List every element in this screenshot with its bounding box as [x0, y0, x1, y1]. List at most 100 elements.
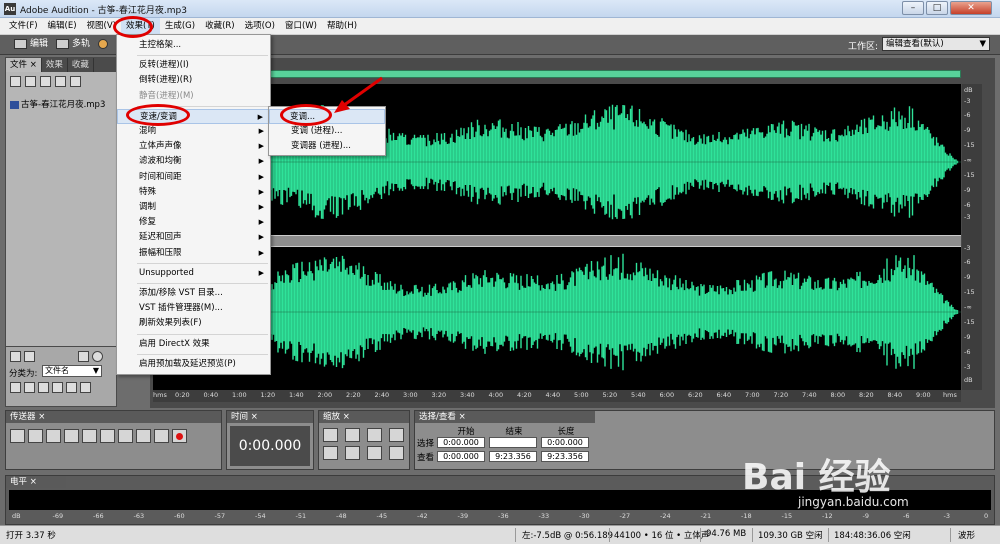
effects-menu-item[interactable]: 反转(进程)(I)	[117, 58, 270, 73]
menu-favorites[interactable]: 收藏(R)	[200, 18, 240, 35]
view-end-field[interactable]: 9:23.356	[489, 451, 537, 462]
effects-menu-item[interactable]: 振幅和压限 ▶	[117, 246, 270, 261]
baidu-site: jingyan.baidu.com	[798, 495, 909, 509]
filter-audio-icon[interactable]	[10, 382, 21, 393]
rewind-button[interactable]	[118, 429, 133, 443]
overview-bar[interactable]	[155, 70, 961, 78]
close-button[interactable]: ✕	[950, 1, 992, 15]
effects-menu-item[interactable]: VST 插件管理器(M)...	[117, 301, 270, 316]
tab-effects[interactable]: 效果	[42, 58, 68, 72]
effects-menu-item[interactable]: 时间和间距 ▶	[117, 170, 270, 185]
submenu-pitch-process[interactable]: 变调 (进程)...	[269, 124, 385, 139]
filter-video-icon[interactable]	[52, 382, 63, 393]
close-file-icon[interactable]	[25, 76, 36, 87]
tab-files[interactable]: 文件 ×	[6, 58, 42, 72]
view-length-field[interactable]: 9:23.356	[541, 451, 589, 462]
zoom-out-h-icon[interactable]	[345, 428, 360, 442]
volume-icon[interactable]	[78, 351, 89, 362]
filter-buttons	[10, 382, 91, 393]
close-icon[interactable]: ×	[30, 477, 37, 487]
menu-separator	[137, 55, 268, 57]
folder-icon[interactable]	[80, 382, 91, 393]
file-list-item[interactable]: 古筝-春江花月夜.mp3	[10, 98, 105, 110]
play-to-end-button[interactable]	[64, 429, 79, 443]
menu-item-label: VST 插件管理器(M)...	[139, 303, 223, 314]
import-file-icon[interactable]	[10, 76, 21, 87]
close-icon[interactable]: ×	[459, 412, 466, 422]
effects-menu-item[interactable]: 立体声声像 ▶	[117, 139, 270, 154]
close-icon[interactable]: ×	[30, 60, 37, 70]
status-separator	[700, 528, 701, 542]
effects-menu-item[interactable]: 滤波和均衡 ▶	[117, 154, 270, 169]
effects-menu-item[interactable]: 延迟和回声 ▶	[117, 230, 270, 245]
menu-generate[interactable]: 生成(G)	[160, 18, 200, 35]
zoom-in-h-icon[interactable]	[323, 428, 338, 442]
level-label: -69	[52, 512, 64, 520]
view-start-field[interactable]: 0:00.000	[437, 451, 485, 462]
tab-favorites[interactable]: 收藏	[68, 58, 94, 72]
submenu-pitch-bender[interactable]: 变调器 (进程)...	[269, 139, 385, 154]
speaker-icon[interactable]	[10, 351, 21, 362]
multitrack-view-button[interactable]: 多轨	[52, 37, 94, 52]
effects-menu-item[interactable]: 静音(进程)(M)	[117, 89, 270, 104]
zoom-left-icon[interactable]	[323, 446, 338, 460]
zoom-header: 缩放 ×	[319, 411, 409, 423]
insert-icon[interactable]	[40, 76, 51, 87]
effects-menu-item[interactable]: 倒转(进程)(R)	[117, 73, 270, 88]
fast-forward-button[interactable]	[136, 429, 151, 443]
sort-value: 文件名	[45, 366, 69, 375]
maximize-button[interactable]: □	[926, 1, 948, 15]
menu-window[interactable]: 窗口(W)	[280, 18, 322, 35]
menu-item-label: 刷新效果列表(F)	[139, 318, 202, 329]
filter-loop-icon[interactable]	[24, 382, 35, 393]
export-icon[interactable]	[55, 76, 66, 87]
menu-edit[interactable]: 编辑(E)	[43, 18, 82, 35]
close-icon[interactable]: ×	[38, 412, 45, 422]
zoom-selection-icon[interactable]	[389, 428, 404, 442]
zoom-out-v-icon[interactable]	[389, 446, 404, 460]
effects-menu-item[interactable]: 主控格架...	[117, 38, 270, 53]
effects-menu-item[interactable]: 添加/移除 VST 目录...	[117, 286, 270, 301]
record-button[interactable]	[172, 429, 187, 443]
filter-marker-icon[interactable]	[66, 382, 77, 393]
timer-icon[interactable]	[92, 351, 103, 362]
menu-options[interactable]: 选项(O)	[240, 18, 280, 35]
effects-menu-item[interactable]: 启用 DirectX 效果	[117, 337, 270, 352]
pause-button[interactable]	[46, 429, 61, 443]
loop-icon[interactable]	[24, 351, 35, 362]
transport-controls	[10, 429, 190, 443]
edit-view-button[interactable]: 编辑	[10, 37, 52, 52]
filter-midi-icon[interactable]	[38, 382, 49, 393]
close-icon[interactable]: ×	[251, 412, 258, 422]
effects-menu-item[interactable]: 启用预加载及延迟预览(P)	[117, 357, 270, 372]
zoom-in-v-icon[interactable]	[367, 446, 382, 460]
effects-menu-item[interactable]: 特殊 ▶	[117, 185, 270, 200]
close-icon[interactable]: ×	[343, 412, 350, 422]
effects-menu-item[interactable]: 刷新效果列表(F)	[117, 316, 270, 331]
zoom-right-icon[interactable]	[345, 446, 360, 460]
minimize-button[interactable]: –	[902, 1, 924, 15]
sort-select[interactable]: 文件名 ▼	[42, 365, 102, 377]
menu-help[interactable]: 帮助(H)	[322, 18, 362, 35]
autoplay-icon[interactable]	[70, 76, 81, 87]
play-button[interactable]	[28, 429, 43, 443]
stop-button[interactable]	[10, 429, 25, 443]
menu-file[interactable]: 文件(F)	[4, 18, 43, 35]
go-end-button[interactable]	[154, 429, 169, 443]
db-label: -6	[964, 258, 971, 266]
select-end-field[interactable]	[489, 437, 537, 448]
row-view-label: 查看	[417, 453, 435, 463]
effects-menu-item[interactable]: 混响 ▶	[117, 124, 270, 139]
loop-button[interactable]	[82, 429, 97, 443]
effects-menu-item[interactable]: Unsupported ▶	[117, 266, 270, 281]
select-start-field[interactable]: 0:00.000	[437, 437, 485, 448]
time-label: 1:40	[289, 391, 304, 399]
workspace-select[interactable]: 编辑查看(默认) ▼	[882, 37, 990, 51]
select-length-field[interactable]: 0:00.000	[541, 437, 589, 448]
zoom-full-icon[interactable]	[367, 428, 382, 442]
effects-menu-item[interactable]: 调制 ▶	[117, 200, 270, 215]
go-start-button[interactable]	[100, 429, 115, 443]
effects-menu-item[interactable]: 修复 ▶	[117, 215, 270, 230]
window-title: Adobe Audition - 古筝-春江花月夜.mp3	[20, 6, 187, 16]
cd-view-button[interactable]	[94, 37, 115, 52]
